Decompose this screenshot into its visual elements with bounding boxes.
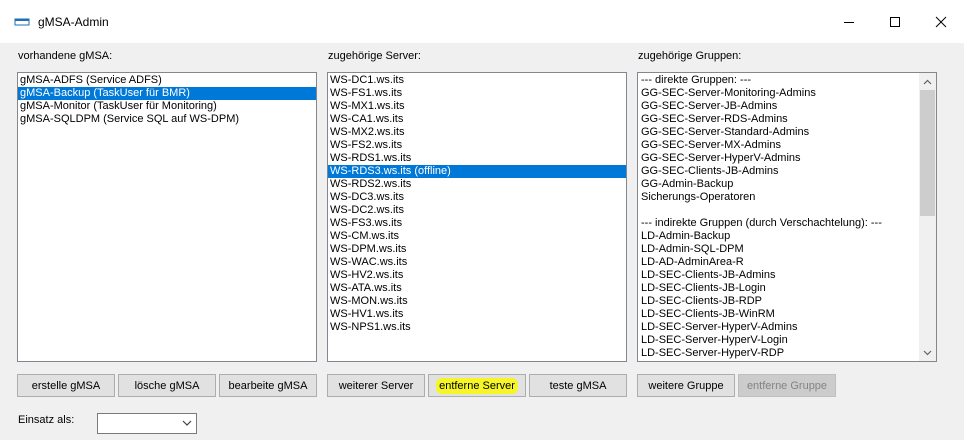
list-item[interactable]: gMSA-SQLDPM (Service SQL auf WS-DPM) [18,113,316,126]
chevron-down-icon [923,350,932,355]
scroll-thumb[interactable] [920,90,935,216]
remove-server-label: entferne Server [436,377,518,394]
group-listbox[interactable]: --- direkte Gruppen: --- GG-SEC-Server-Mo… [637,72,937,362]
group-list-scrollbar[interactable] [919,73,936,361]
list-item[interactable]: WS-MON.ws.its [328,295,626,308]
server-listbox[interactable]: WS-DC1.ws.its WS-FS1.ws.its WS-MX1.ws.its W… [327,72,627,362]
list-item[interactable]: gMSA-Monitor (TaskUser für Monitoring) [18,100,316,113]
deploy-as-combobox[interactable] [97,413,197,434]
list-item[interactable]: GG-Admin-Backup [639,178,936,191]
list-item[interactable]: GG-SEC-Server-JB-Admins [639,100,936,113]
list-item[interactable]: WS-MX1.ws.its [328,100,626,113]
list-item[interactable]: WS-FS2.ws.its [328,139,626,152]
list-item[interactable]: WS-NPS1.ws.its [328,321,626,334]
maximize-icon [890,17,900,27]
list-item[interactable] [639,204,936,217]
list-item[interactable]: LD-SEC-Clients-JB-RDP [639,295,936,308]
list-item[interactable]: --- indirekte Gruppen (durch Verschachte… [639,217,936,230]
list-item[interactable]: gMSA-Backup (TaskUser für BMR) [18,87,316,100]
list-item[interactable]: WS-DPM.ws.its [328,243,626,256]
server-list-label: zugehörige Server: [328,50,421,62]
list-item[interactable]: GG-SEC-Server-Monitoring-Admins [639,87,936,100]
maximize-button[interactable] [872,0,918,44]
add-server-button[interactable]: weiterer Server [327,374,425,397]
list-item[interactable]: LD-SEC-Clients-JB-WinRM [639,308,936,321]
list-item[interactable]: WS-FS1.ws.its [328,87,626,100]
window-title: gMSA-Admin [38,15,109,29]
list-item[interactable]: LD-SEC-Clients-JB-Login [639,282,936,295]
list-item[interactable]: WS-HV2.ws.its [328,269,626,282]
server-list: WS-DC1.ws.its WS-FS1.ws.its WS-MX1.ws.its W… [328,73,626,334]
minimize-button[interactable] [826,0,872,44]
list-item[interactable]: --- direkte Gruppen: --- [639,74,936,87]
chevron-down-icon [182,420,192,426]
gmsa-list-label: vorhandene gMSA: [18,50,113,62]
list-item[interactable]: LD-Admin-SQL-DPM [639,243,936,256]
list-item[interactable]: WS-RDS1.ws.its [328,152,626,165]
list-item[interactable]: GG-SEC-Server-RDS-Admins [639,113,936,126]
deploy-as-label: Einsatz als: [18,414,75,426]
delete-gmsa-button[interactable]: lösche gMSA [118,374,216,397]
list-item[interactable]: WS-DC3.ws.its [328,191,626,204]
list-item[interactable]: GG-SEC-Server-MX-Admins [639,139,936,152]
chevron-up-icon [923,79,932,84]
list-item[interactable]: WS-FS3.ws.its [328,217,626,230]
close-icon [935,16,947,28]
list-item[interactable]: LD-Admin-Backup [639,230,936,243]
test-gmsa-button[interactable]: teste gMSA [529,374,627,397]
list-item[interactable]: GG-SEC-Server-Standard-Admins [639,126,936,139]
list-item[interactable]: WS-ATA.ws.its [328,282,626,295]
gmsa-listbox[interactable]: gMSA-ADFS (Service ADFS) gMSA-Backup (Tas… [17,72,317,362]
create-gmsa-button[interactable]: erstelle gMSA [17,374,115,397]
list-item[interactable]: GG-SEC-Clients-JB-Admins [639,165,936,178]
title-bar[interactable]: gMSA-Admin [0,0,964,44]
list-item[interactable]: LD-SEC-Server-HyperV-Login [639,334,936,347]
scroll-down-button[interactable] [919,344,936,361]
minimize-icon [844,22,854,23]
list-item[interactable]: WS-MX2.ws.its [328,126,626,139]
scroll-up-button[interactable] [919,73,936,90]
list-item[interactable]: WS-CM.ws.its [328,230,626,243]
list-item[interactable]: WS-DC2.ws.its [328,204,626,217]
group-list: --- direkte Gruppen: --- GG-SEC-Server-Mo… [638,73,936,360]
remove-group-button[interactable]: entferne Gruppe [738,374,836,397]
list-item[interactable]: WS-WAC.ws.its [328,256,626,269]
list-item[interactable]: WS-DC1.ws.its [328,74,626,87]
remove-server-button[interactable]: entferne Server [428,374,526,397]
list-item[interactable]: Sicherungs-Operatoren [639,191,936,204]
group-list-label: zugehörige Gruppen: [638,50,742,62]
list-item[interactable]: LD-SEC-Server-HyperV-RDP [639,347,936,360]
list-item[interactable]: WS-CA1.ws.its [328,113,626,126]
list-item[interactable]: WS-RDS3.ws.its (offline) [328,165,626,178]
list-item[interactable]: LD-SEC-Clients-JB-Admins [639,269,936,282]
gmsa-list: gMSA-ADFS (Service ADFS) gMSA-Backup (Tas… [18,73,316,126]
list-item[interactable]: gMSA-ADFS (Service ADFS) [18,74,316,87]
list-item[interactable]: LD-AD-AdminArea-R [639,256,936,269]
app-window-icon [14,17,30,27]
list-item[interactable]: GG-SEC-Server-HyperV-Admins [639,152,936,165]
add-group-button[interactable]: weitere Gruppe [637,374,735,397]
list-item[interactable]: WS-HV1.ws.its [328,308,626,321]
list-item[interactable]: WS-RDS2.ws.its [328,178,626,191]
close-button[interactable] [918,0,964,44]
edit-gmsa-button[interactable]: bearbeite gMSA [219,374,317,397]
list-item[interactable]: LD-SEC-Server-HyperV-Admins [639,321,936,334]
